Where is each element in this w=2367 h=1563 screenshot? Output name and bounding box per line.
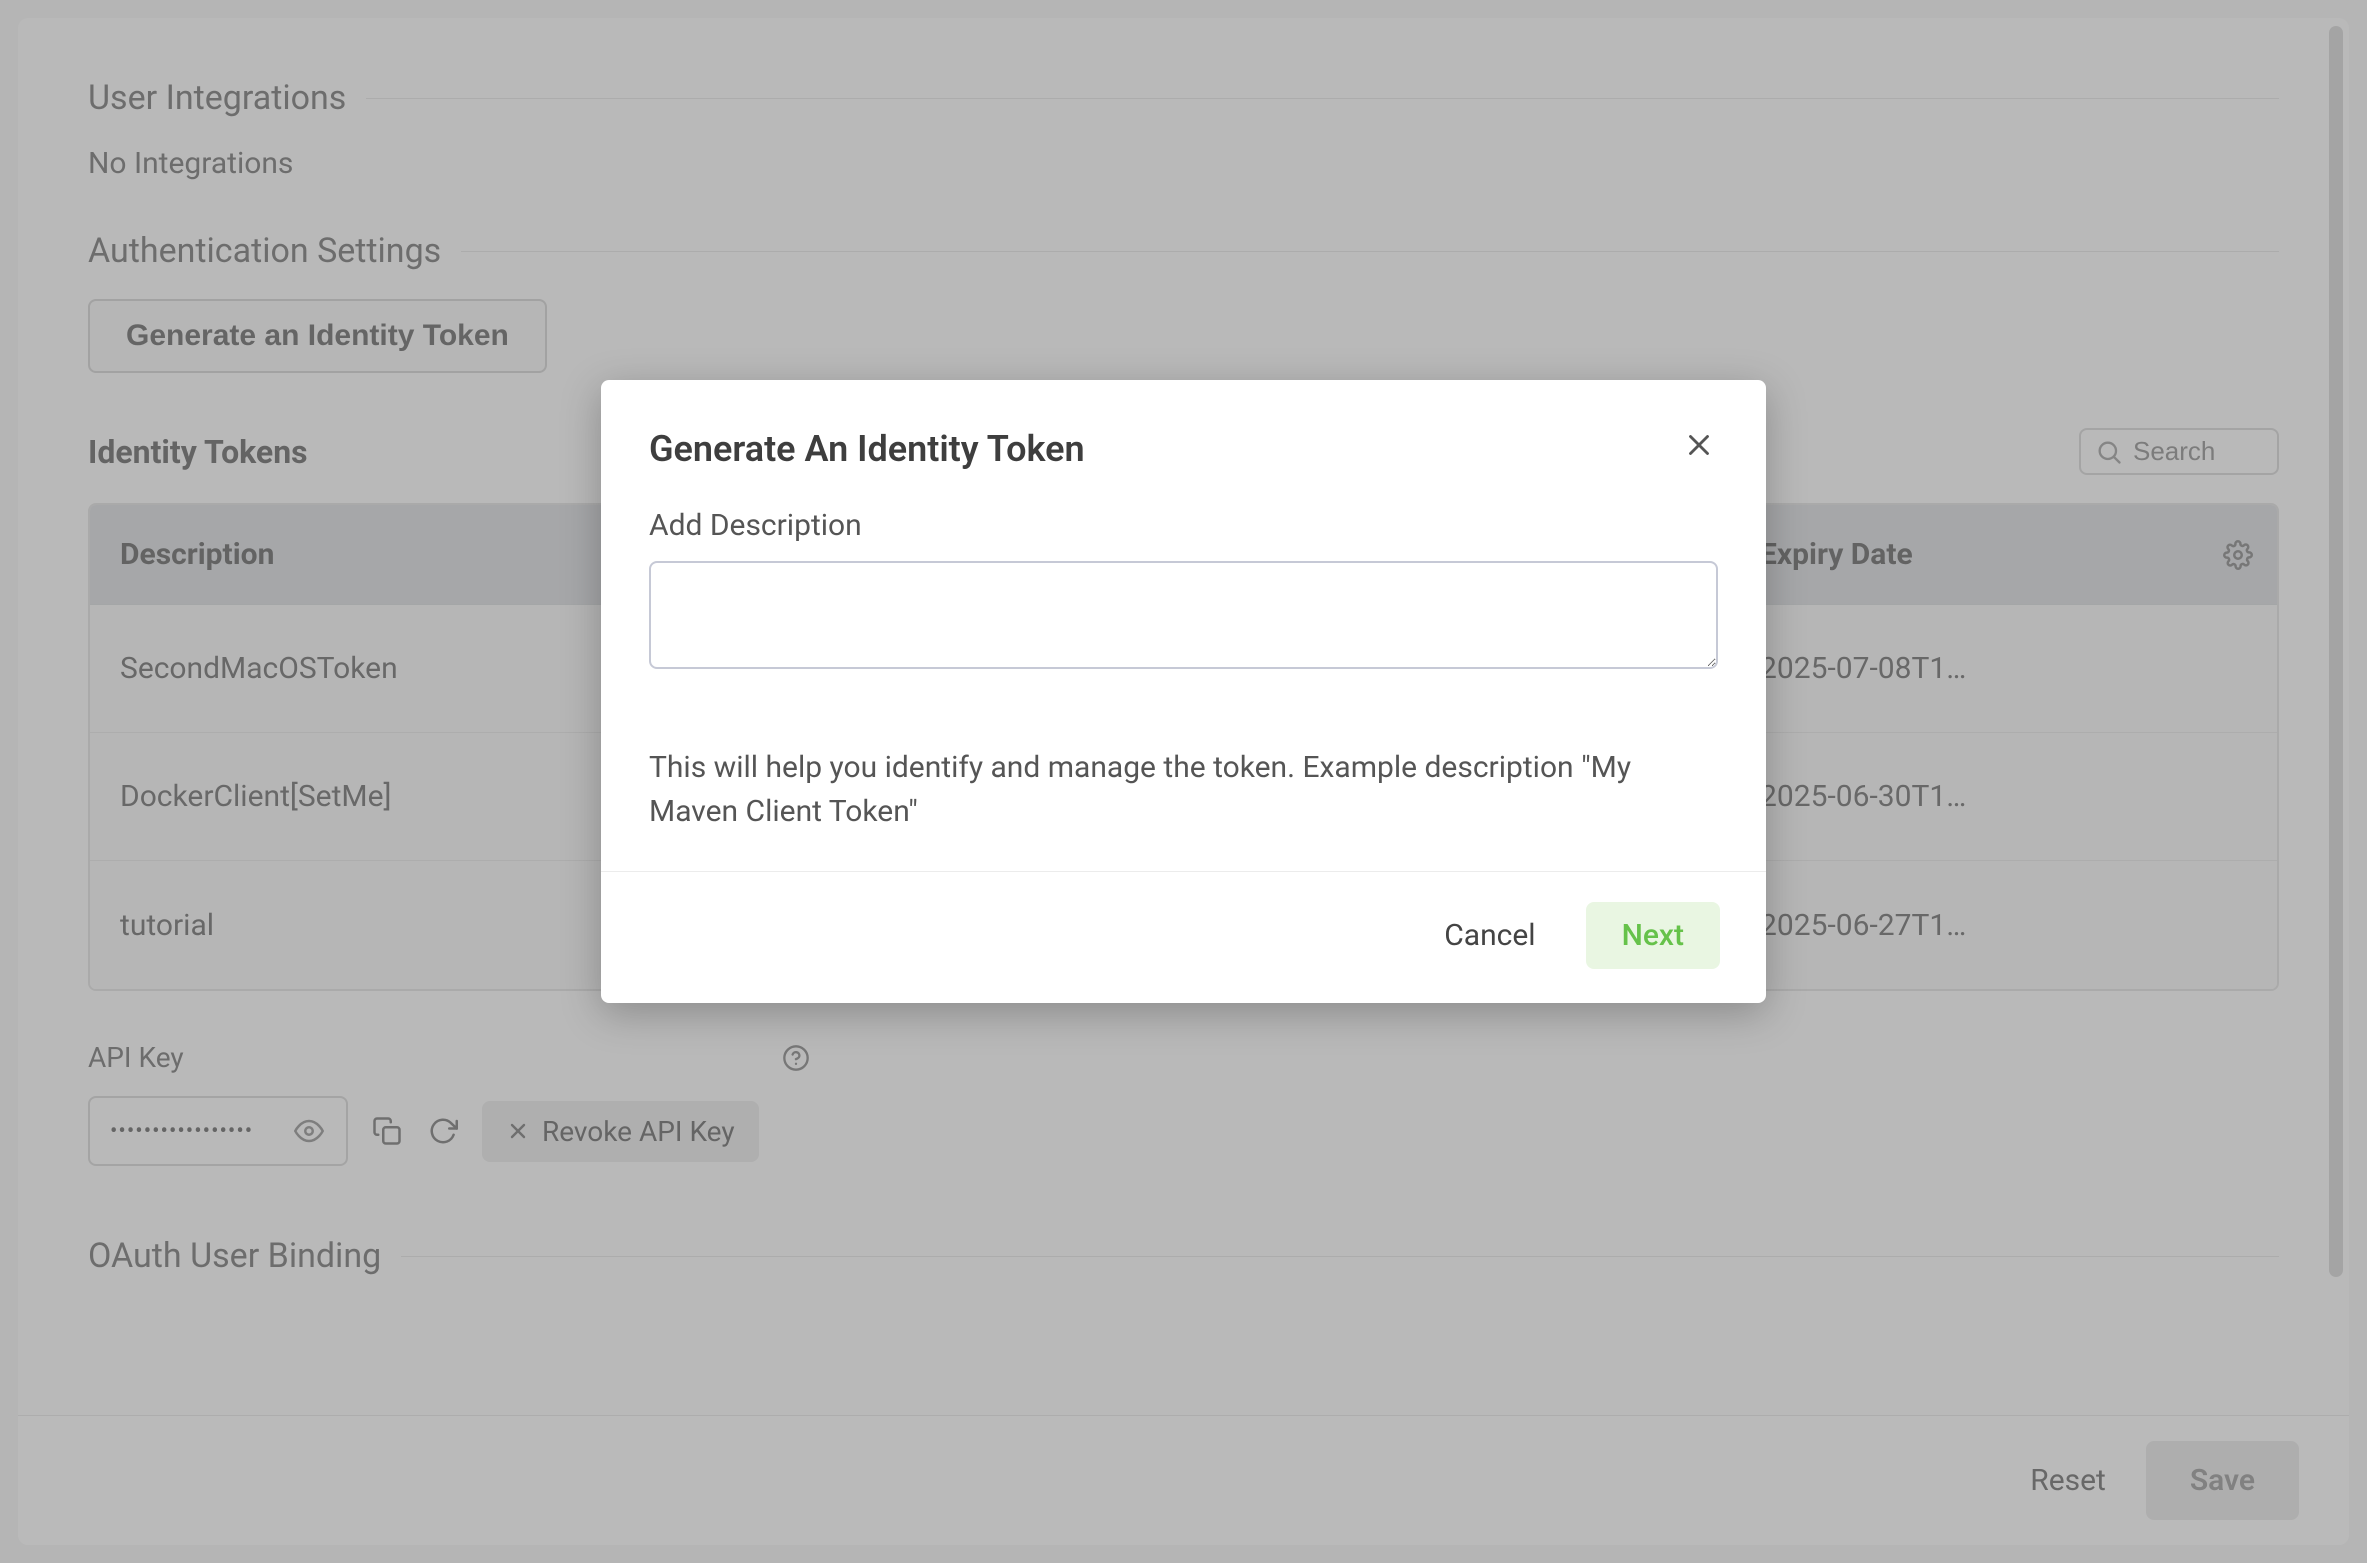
modal-overlay[interactable]: Generate An Identity Token Add Descripti… <box>0 0 2367 1563</box>
next-button[interactable]: Next <box>1586 902 1720 969</box>
helper-text: This will help you identify and manage t… <box>649 746 1718 833</box>
description-input[interactable] <box>649 561 1718 669</box>
generate-token-modal: Generate An Identity Token Add Descripti… <box>601 380 1766 1003</box>
cancel-button[interactable]: Cancel <box>1430 908 1549 963</box>
close-icon[interactable] <box>1682 428 1718 464</box>
description-label: Add Description <box>649 508 1718 543</box>
modal-title: Generate An Identity Token <box>649 428 1085 470</box>
